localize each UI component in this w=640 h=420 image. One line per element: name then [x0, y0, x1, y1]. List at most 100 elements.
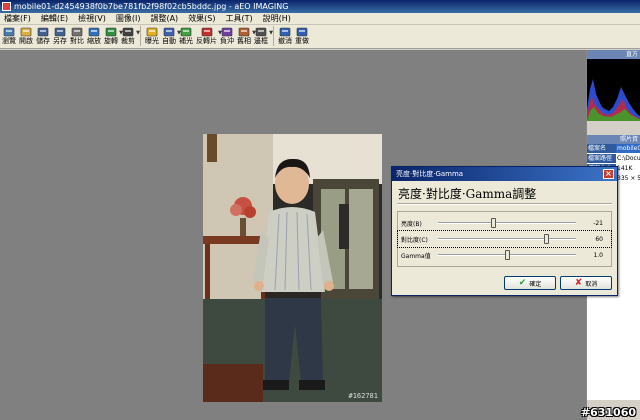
menu-edit[interactable]: 編輯(E) [37, 13, 74, 24]
dialog-title: 亮度·對比度·Gamma [396, 170, 464, 178]
contrast-value: 60 [595, 235, 603, 243]
gamma-label: Gamma值 [401, 252, 431, 260]
zoom-icon [87, 26, 101, 37]
exposure-label: 曝光 [145, 37, 159, 45]
sepia-icon [237, 26, 251, 37]
slider-track [438, 222, 576, 224]
invert-button[interactable]: 反轉片 ▼ [196, 25, 222, 46]
invert-label: 反轉片 [196, 37, 217, 45]
slider-thumb[interactable] [544, 234, 549, 244]
menu-adjust[interactable]: 調整(A) [146, 13, 184, 24]
browse-button[interactable]: 瀏覽 [2, 25, 16, 46]
info-value: mobile0 [616, 144, 640, 153]
cancel-label: 取消 [585, 280, 598, 288]
fill-light-label: 補光 [179, 37, 193, 45]
dropdown-arrow-icon[interactable]: ▼ [269, 30, 273, 36]
invert-icon [200, 26, 214, 37]
wash-button[interactable]: 負沖 [220, 25, 234, 46]
contrast-slider[interactable] [438, 234, 576, 244]
app-icon [2, 2, 11, 11]
cancel-button[interactable]: ✘ 取消 [560, 276, 612, 290]
photo: #162781 [203, 134, 382, 402]
exposure-button[interactable]: 曝光 [145, 25, 159, 46]
info-row[interactable]: 檔案路徑 C:\Docu [587, 154, 640, 164]
ok-button[interactable]: ✔ 確定 [504, 276, 556, 290]
menu-view[interactable]: 檢視(V) [74, 13, 112, 24]
window-title: mobile01-d2454938f0b7be781fb2f98f02cb5bd… [14, 2, 289, 11]
rotate-icon [104, 26, 118, 37]
rotate-button[interactable]: 旋轉 ▼ [104, 25, 123, 46]
rotate-label: 旋轉 [104, 37, 118, 45]
open-button[interactable]: 開啟 [19, 25, 33, 46]
checkmark-icon: ✔ [518, 278, 527, 288]
menu-help[interactable]: 說明(H) [259, 13, 297, 24]
menu-tools[interactable]: 工具(T) [222, 13, 259, 24]
redo-button[interactable]: 重做 [295, 25, 309, 46]
sepia-button[interactable]: 舊相 ▼ [237, 25, 256, 46]
slider-thumb[interactable] [491, 218, 496, 228]
brightness-label: 亮度(B) [401, 220, 422, 228]
info-value: 335 × 5 [616, 174, 640, 183]
histogram-header: 直方 [587, 50, 640, 59]
cancel-x-icon: ✘ [574, 278, 583, 288]
save-icon [36, 26, 50, 37]
sepia-label: 舊相 [237, 37, 251, 45]
toolbar-separator [273, 26, 274, 46]
close-icon: × [605, 169, 612, 178]
browse-icon [2, 26, 16, 37]
brightness-slider[interactable] [438, 218, 576, 228]
menu-file[interactable]: 檔案(F) [0, 13, 37, 24]
compare-label: 對比 [70, 37, 84, 45]
frame-button[interactable]: 邊框 ▼ [254, 25, 273, 46]
gamma-slider[interactable] [438, 250, 576, 260]
info-key: 檔案路徑 [587, 154, 616, 163]
dropdown-arrow-icon[interactable]: ▼ [136, 30, 140, 36]
toolbar: 瀏覽 開啟 儲存 另存 對比 縮放 旋轉 ▼ 裁剪 ▼ 曝光 自動 ▼ 補光 反轉片 ▼ 負沖 舊相 ▼ 邊框 ▼ 撤消重… [0, 25, 640, 49]
wash-label: 負沖 [220, 37, 234, 45]
auto-icon [162, 26, 176, 37]
info-value: C:\Docu [616, 154, 640, 163]
exposure-icon [145, 26, 159, 37]
slider-track [438, 238, 576, 240]
dialog-heading: 亮度·對比度·Gamma調整 [398, 187, 537, 201]
browse-label: 瀏覽 [2, 37, 16, 45]
histogram [587, 59, 640, 121]
fill-light-button[interactable]: 補光 [179, 25, 193, 46]
gamma-value: 1.0 [593, 251, 603, 259]
frame-label: 邊框 [254, 37, 268, 45]
toolbar-separator [140, 26, 141, 46]
info-row[interactable]: 檔案名 mobile0 [587, 144, 640, 154]
dialog-close-button[interactable]: × [603, 169, 614, 179]
open-folder-icon [19, 26, 33, 37]
save-button[interactable]: 儲存 [36, 25, 50, 46]
frame-icon [254, 26, 268, 37]
compare-button[interactable]: 對比 [70, 25, 84, 46]
dialog-title-bar[interactable]: 亮度·對比度·Gamma × [392, 167, 617, 181]
fill-light-icon [179, 26, 193, 37]
brightness-value: -21 [593, 219, 603, 227]
zoom-label: 縮放 [87, 37, 101, 45]
auto-label: 自動 [162, 37, 176, 45]
zoom-button[interactable]: 縮放 [87, 25, 101, 46]
saveas-button[interactable]: 另存 [53, 25, 67, 46]
crop-icon [121, 26, 135, 37]
auto-button[interactable]: 自動 ▼ [162, 25, 181, 46]
compare-icon [70, 26, 84, 37]
brightness-row: 亮度(B) -21 [398, 215, 611, 231]
contrast-row: 對比度(C) 60 [397, 230, 612, 248]
redo-label: 重做 [295, 37, 309, 45]
wash-icon [220, 26, 234, 37]
menu-effects[interactable]: 效果(S) [184, 13, 221, 24]
undo-label: 撤消 [278, 37, 292, 45]
menu-image[interactable]: 圖像(I) [112, 13, 147, 24]
saveas-label: 另存 [53, 37, 67, 45]
watermark: #631060 [580, 406, 636, 419]
slider-group: 亮度(B) -21 對比度(C) 60 Gamma值 1.0 [397, 211, 612, 267]
title-bar[interactable]: mobile01-d2454938f0b7be781fb2f98f02cb5bd… [0, 0, 640, 13]
slider-thumb[interactable] [505, 250, 510, 260]
save-as-icon [53, 26, 67, 37]
crop-label: 裁剪 [121, 37, 135, 45]
gamma-row: Gamma值 1.0 [398, 247, 611, 263]
crop-button[interactable]: 裁剪 ▼ [121, 25, 140, 46]
undo-button[interactable]: 撤消 [278, 25, 292, 46]
